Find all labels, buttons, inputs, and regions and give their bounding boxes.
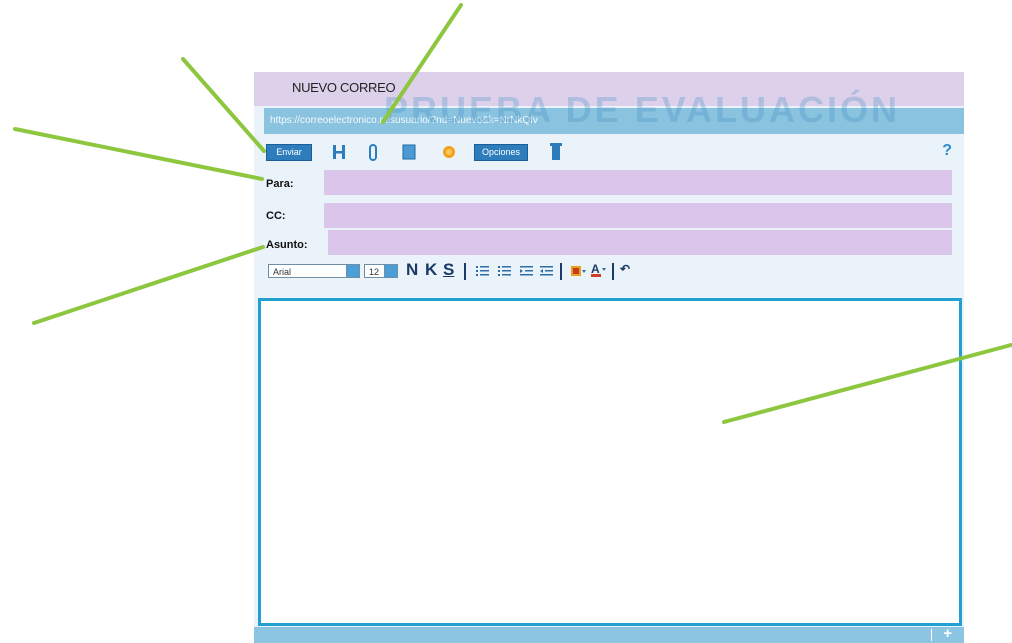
subject-field[interactable] <box>328 230 952 255</box>
status-bar: + <box>254 625 964 643</box>
italic-button[interactable]: K <box>425 260 437 280</box>
bold-button[interactable]: N <box>406 260 418 280</box>
mail-toolbar: Enviar Opciones ? <box>264 142 964 166</box>
to-field[interactable] <box>324 170 952 195</box>
watermark-text: PRUEBA DE EVALUACIÓN <box>384 89 901 130</box>
attach-icon[interactable] <box>368 144 378 166</box>
address-book-icon[interactable] <box>402 144 416 165</box>
send-button[interactable]: Enviar <box>266 144 312 161</box>
cc-label: CC: <box>266 210 286 222</box>
cc-field[interactable] <box>324 203 952 228</box>
save-icon[interactable] <box>332 144 346 165</box>
emoticon-icon[interactable] <box>442 145 456 164</box>
font-select-value: Arial <box>273 267 292 277</box>
numbered-list-icon[interactable] <box>498 265 514 283</box>
size-select[interactable]: 12 <box>364 264 398 278</box>
arrow-to-asunto <box>32 245 265 325</box>
subject-label: Asunto: <box>266 239 308 251</box>
arrow-to-enviar <box>181 57 266 153</box>
undo-button[interactable]: ↶ <box>620 262 630 276</box>
format-toolbar: Arial 12 N K S A ↶ <box>268 260 958 283</box>
font-select[interactable]: Arial <box>268 264 360 278</box>
window-title: NUEVO CORREO <box>292 80 396 95</box>
arrow-to-para <box>13 127 264 181</box>
size-select-value: 12 <box>369 267 380 277</box>
help-button[interactable]: ? <box>942 142 952 160</box>
format-separator <box>612 263 614 280</box>
underline-button[interactable]: S <box>443 260 454 280</box>
outdent-icon[interactable] <box>520 265 534 283</box>
format-separator <box>464 263 466 280</box>
message-body-editor[interactable] <box>258 298 962 626</box>
highlight-color-icon[interactable] <box>570 264 586 283</box>
font-color-icon[interactable]: A <box>590 262 606 283</box>
new-mail-window: NUEVO CORREO https://correoelectronico.m… <box>254 72 964 643</box>
indent-icon[interactable] <box>540 265 554 283</box>
svg-text:A: A <box>591 262 600 276</box>
status-divider <box>931 629 932 641</box>
to-label: Para: <box>266 178 294 190</box>
bullet-list-icon[interactable] <box>476 265 492 283</box>
expand-button[interactable]: + <box>943 625 952 642</box>
options-button[interactable]: Opciones <box>474 144 528 161</box>
chevron-down-icon <box>346 265 359 277</box>
chevron-down-icon <box>384 265 397 277</box>
format-separator <box>560 263 562 280</box>
trash-icon[interactable] <box>550 142 562 166</box>
